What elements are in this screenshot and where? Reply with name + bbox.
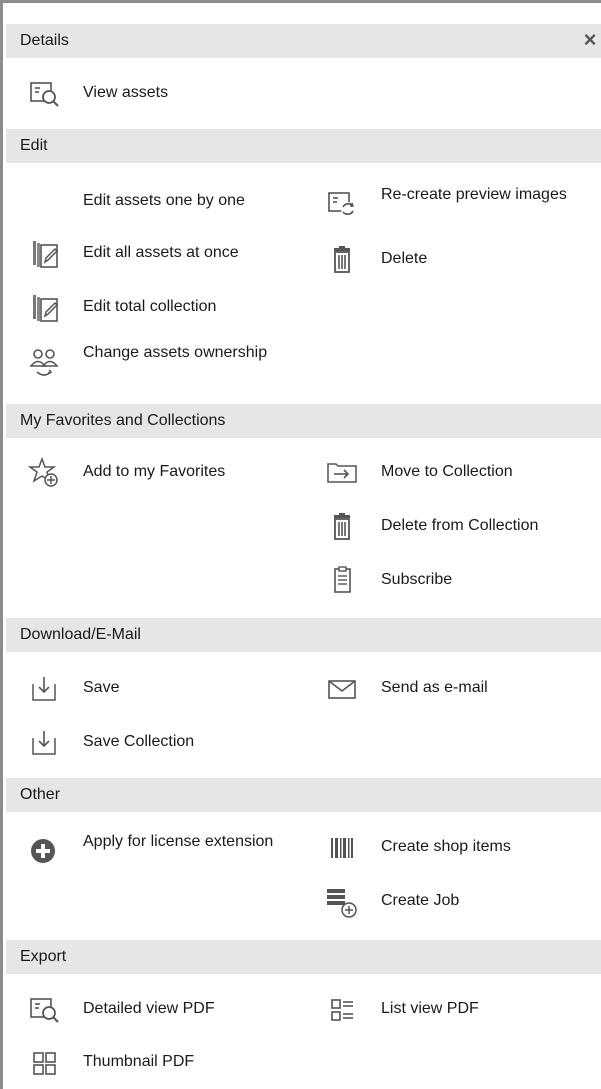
- change-owner-icon: [27, 345, 61, 379]
- recreate-preview-button[interactable]: Re-create preview images: [325, 186, 595, 221]
- clipboard-icon: [325, 564, 359, 598]
- section-title-download: Download/E-Mail: [20, 626, 141, 643]
- edit-multiple-icon: [27, 237, 61, 271]
- change-ownership-label: Change assets ownership: [83, 344, 268, 361]
- send-email-button[interactable]: Send as e-mail: [325, 672, 595, 706]
- delete-from-collection-label: Delete from Collection: [381, 517, 539, 534]
- license-extension-label: Apply for license extension: [83, 833, 274, 850]
- save-button[interactable]: Save: [27, 672, 297, 706]
- section-title-other: Other: [20, 786, 61, 803]
- section-header-download: Download/E-Mail: [6, 618, 601, 652]
- section-header-other: Other: [6, 778, 601, 812]
- edit-all-at-once-button[interactable]: Edit all assets at once: [27, 237, 297, 271]
- edit-total-collection-label: Edit total collection: [83, 298, 217, 315]
- section-title-edit: Edit: [20, 137, 48, 154]
- edit-collection-icon: [27, 291, 61, 325]
- list-view-icon: [325, 993, 359, 1027]
- list-view-pdf-label: List view PDF: [381, 1000, 479, 1017]
- license-extension-button[interactable]: Apply for license extension: [27, 833, 297, 868]
- thumbnail-grid-icon: [27, 1046, 61, 1080]
- section-header-favorites: My Favorites and Collections: [6, 404, 601, 438]
- detailed-view-pdf-label: Detailed view PDF: [83, 1000, 215, 1017]
- preview-icon: [27, 993, 61, 1027]
- change-ownership-button[interactable]: Change assets ownership: [27, 344, 297, 379]
- save-collection-label: Save Collection: [83, 733, 195, 750]
- detailed-view-pdf-button[interactable]: Detailed view PDF: [27, 993, 297, 1027]
- thumbnail-pdf-label: Thumbnail PDF: [83, 1053, 195, 1070]
- recreate-preview-icon: [325, 187, 359, 221]
- subscribe-label: Subscribe: [381, 571, 453, 588]
- add-to-favorites-label: Add to my Favorites: [83, 463, 226, 480]
- create-job-button[interactable]: Create Job: [325, 885, 595, 919]
- save-label: Save: [83, 679, 120, 696]
- move-to-collection-label: Move to Collection: [381, 463, 513, 480]
- job-add-icon: [325, 885, 359, 919]
- section-title-details: Details: [20, 32, 69, 49]
- subscribe-button[interactable]: Subscribe: [325, 564, 595, 598]
- plus-circle-icon: [27, 834, 61, 868]
- section-header-export: Export: [6, 940, 601, 974]
- edit-all-at-once-label: Edit all assets at once: [83, 244, 239, 261]
- view-assets-button[interactable]: View assets: [27, 77, 327, 111]
- preview-icon: [27, 77, 61, 111]
- delete-label: Delete: [381, 250, 428, 267]
- download-icon: [27, 726, 61, 760]
- star-add-icon: [27, 456, 61, 490]
- create-shop-items-label: Create shop items: [381, 838, 511, 855]
- download-icon: [27, 672, 61, 706]
- close-icon[interactable]: ×: [581, 28, 599, 52]
- recreate-preview-label: Re-create preview images: [381, 186, 567, 203]
- section-title-favorites: My Favorites and Collections: [20, 412, 226, 429]
- section-title-export: Export: [20, 948, 67, 965]
- thumbnail-pdf-button[interactable]: Thumbnail PDF: [27, 1046, 297, 1080]
- section-header-edit: Edit: [6, 129, 601, 163]
- delete-button[interactable]: Delete: [325, 243, 595, 277]
- delete-from-collection-button[interactable]: Delete from Collection: [325, 510, 595, 544]
- edit-total-collection-button[interactable]: Edit total collection: [27, 291, 297, 325]
- send-email-label: Send as e-mail: [381, 679, 488, 696]
- trash-icon: [325, 510, 359, 544]
- actions-panel: Details × View assets Edit Edit assets o…: [0, 0, 601, 1089]
- envelope-icon: [325, 672, 359, 706]
- create-shop-items-button[interactable]: Create shop items: [325, 831, 595, 865]
- create-job-label: Create Job: [381, 892, 460, 909]
- edit-one-by-one-label: Edit assets one by one: [83, 192, 245, 209]
- edit-one-by-one-button[interactable]: Edit assets one by one: [27, 185, 297, 219]
- add-to-favorites-button[interactable]: Add to my Favorites: [27, 456, 297, 490]
- view-assets-label: View assets: [83, 84, 169, 101]
- barcode-icon: [325, 831, 359, 865]
- list-view-pdf-button[interactable]: List view PDF: [325, 993, 595, 1027]
- section-header-details: Details ×: [6, 24, 601, 58]
- trash-icon: [325, 243, 359, 277]
- move-to-collection-button[interactable]: Move to Collection: [325, 456, 595, 490]
- move-to-collection-icon: [325, 456, 359, 490]
- save-collection-button[interactable]: Save Collection: [27, 726, 297, 760]
